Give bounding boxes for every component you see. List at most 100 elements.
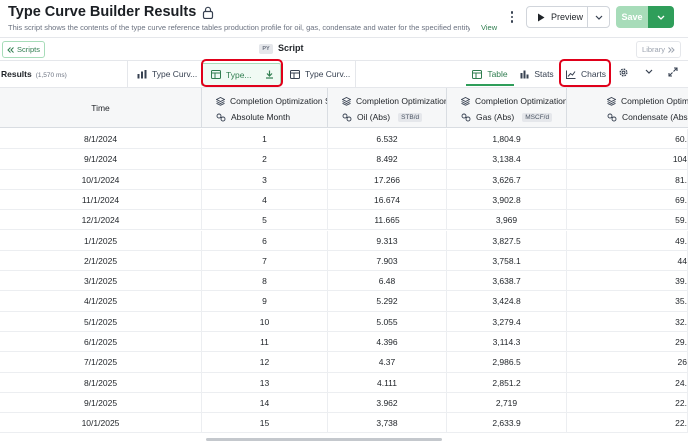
cell-gas: 2,719 bbox=[447, 392, 567, 414]
expand-icon[interactable] bbox=[668, 67, 678, 77]
table-row[interactable]: 8/1/2025 13 4.111 2,851.2 24. bbox=[0, 372, 688, 393]
table-row[interactable]: 8/1/2024 1 6.532 1,804.9 60. bbox=[0, 129, 688, 150]
cell-absolute-month: 8 bbox=[202, 271, 328, 292]
table-icon bbox=[211, 70, 221, 79]
gear-icon[interactable] bbox=[618, 67, 629, 78]
cell-time: 9/1/2025 bbox=[0, 392, 202, 414]
column-header-absolute-month[interactable]: Completion Optimization S Absolute Month bbox=[202, 88, 328, 128]
cell-gas: 2,851.2 bbox=[447, 372, 567, 393]
horizontal-scrollbar[interactable] bbox=[206, 438, 442, 441]
results-table: Time Completion Optimization S Absolute … bbox=[0, 88, 688, 443]
table-row[interactable]: 11/1/2024 4 16.674 3,902.8 69. bbox=[0, 189, 688, 211]
scripts-button[interactable]: Scripts bbox=[2, 41, 45, 58]
cell-gas: 3,424.8 bbox=[447, 291, 567, 312]
cell-condensate: 35. bbox=[567, 291, 688, 312]
result-tab-1[interactable]: Type Curv... bbox=[127, 61, 199, 87]
cell-condensate: 60. bbox=[567, 129, 688, 150]
results-heading: Results (1,570 ms) bbox=[1, 69, 67, 79]
cell-gas: 2,986.5 bbox=[447, 352, 567, 373]
cell-absolute-month: 1 bbox=[202, 129, 328, 150]
result-tab-2[interactable]: Type... bbox=[201, 63, 281, 86]
preview-button[interactable]: Preview bbox=[526, 6, 588, 28]
layers-icon bbox=[216, 96, 225, 106]
table-icon bbox=[472, 69, 483, 79]
cell-time: 5/1/2025 bbox=[0, 311, 202, 332]
table-row[interactable]: 3/1/2025 8 6.48 3,638.7 39. bbox=[0, 271, 688, 292]
table-row[interactable]: 12/1/2024 5 11.665 3,969 59. bbox=[0, 210, 688, 231]
cell-condensate: 59. bbox=[567, 210, 688, 231]
cell-oil: 3.962 bbox=[328, 392, 447, 414]
cell-oil: 4.396 bbox=[328, 332, 447, 353]
column-group-label: Completion Optimization bbox=[356, 96, 447, 106]
table-row[interactable]: 10/1/2024 3 17.266 3,626.7 81. bbox=[0, 169, 688, 190]
cell-condensate: 32. bbox=[567, 311, 688, 332]
table-row[interactable]: 6/1/2025 11 4.396 3,114.3 29. bbox=[0, 332, 688, 353]
cell-condensate: 81. bbox=[567, 169, 688, 190]
column-header-gas[interactable]: Completion Optimization Gas (Abs) MSCF/d bbox=[447, 88, 567, 128]
cell-time: 6/1/2025 bbox=[0, 332, 202, 353]
cell-absolute-month: 15 bbox=[202, 413, 328, 434]
stats-view-label: Stats bbox=[534, 69, 554, 79]
cell-absolute-month: 7 bbox=[202, 250, 328, 272]
cell-condensate: 39. bbox=[567, 271, 688, 292]
more-options-icon[interactable] bbox=[506, 9, 518, 25]
cell-absolute-month: 2 bbox=[202, 149, 328, 170]
save-dropdown-button[interactable] bbox=[648, 6, 674, 28]
cell-condensate: 49. bbox=[567, 230, 688, 251]
library-button[interactable]: Library bbox=[636, 41, 681, 58]
cell-oil: 5.055 bbox=[328, 311, 447, 332]
chevron-down-icon[interactable] bbox=[645, 69, 653, 74]
table-row[interactable]: 7/1/2025 12 4.37 2,986.5 26 bbox=[0, 352, 688, 373]
cell-time: 11/1/2024 bbox=[0, 189, 202, 211]
table-row[interactable]: 9/1/2025 14 3.962 2,719 22. bbox=[0, 392, 688, 414]
stats-view-button[interactable]: Stats bbox=[518, 64, 556, 84]
cell-oil: 11.665 bbox=[328, 210, 447, 231]
layers-icon bbox=[607, 96, 616, 106]
column-group-label: Completion Optimi bbox=[621, 96, 688, 106]
preview-button-label: Preview bbox=[551, 12, 584, 22]
table-row[interactable]: 5/1/2025 10 5.055 3,279.4 32. bbox=[0, 311, 688, 332]
cell-absolute-month: 4 bbox=[202, 189, 328, 211]
cell-time: 4/1/2025 bbox=[0, 291, 202, 312]
cell-condensate: 29. bbox=[567, 332, 688, 353]
view-description-link[interactable]: View bbox=[481, 23, 497, 32]
link-icon bbox=[461, 113, 471, 121]
cell-time: 10/1/2024 bbox=[0, 169, 202, 190]
table-view-button[interactable]: Table bbox=[466, 64, 514, 86]
layers-icon bbox=[342, 96, 351, 106]
cell-gas: 3,827.5 bbox=[447, 230, 567, 251]
cell-oil: 7.903 bbox=[328, 250, 447, 272]
link-icon bbox=[216, 113, 226, 121]
table-row[interactable]: 2/1/2025 7 7.903 3,758.1 44 bbox=[0, 250, 688, 272]
result-tab-3[interactable]: Type Curv... bbox=[281, 61, 356, 87]
charts-view-button[interactable]: Charts bbox=[562, 64, 610, 84]
cell-time: 12/1/2024 bbox=[0, 210, 202, 231]
table-row[interactable]: 9/1/2024 2 8.492 3,138.4 104 bbox=[0, 149, 688, 170]
cell-time: 3/1/2025 bbox=[0, 271, 202, 292]
column-header-time[interactable]: Time bbox=[0, 88, 202, 128]
script-tab-label[interactable]: Script bbox=[278, 43, 304, 53]
cell-oil: 5.292 bbox=[328, 291, 447, 312]
line-chart-icon bbox=[565, 70, 576, 79]
download-icon[interactable] bbox=[265, 70, 274, 79]
library-button-label: Library bbox=[642, 45, 665, 54]
double-chevron-right-icon bbox=[668, 46, 675, 53]
page-header: Type Curve Builder Results This script s… bbox=[0, 0, 688, 37]
cell-condensate: 104 bbox=[567, 149, 688, 170]
column-header-time-label: Time bbox=[91, 103, 110, 113]
cell-time: 1/1/2025 bbox=[0, 230, 202, 251]
table-row[interactable]: 4/1/2025 9 5.292 3,424.8 35. bbox=[0, 291, 688, 312]
column-label: Oil (Abs) bbox=[357, 112, 391, 122]
scripts-button-label: Scripts bbox=[17, 45, 40, 54]
save-button[interactable]: Save bbox=[616, 6, 648, 28]
column-label: Absolute Month bbox=[231, 112, 291, 122]
cell-oil: 3,738 bbox=[328, 413, 447, 434]
column-group-label: Completion Optimization bbox=[475, 96, 567, 106]
column-header-oil[interactable]: Completion Optimization Oil (Abs) STB/d bbox=[328, 88, 447, 128]
preview-dropdown-button[interactable] bbox=[587, 6, 610, 28]
lock-icon bbox=[203, 6, 214, 19]
column-header-condensate[interactable]: Completion Optimi Condensate (Abs bbox=[567, 88, 688, 128]
cell-oil: 4.111 bbox=[328, 372, 447, 393]
table-row[interactable]: 10/1/2025 15 3,738 2,633.9 22. bbox=[0, 413, 688, 434]
table-row[interactable]: 1/1/2025 6 9.313 3,827.5 49. bbox=[0, 230, 688, 251]
